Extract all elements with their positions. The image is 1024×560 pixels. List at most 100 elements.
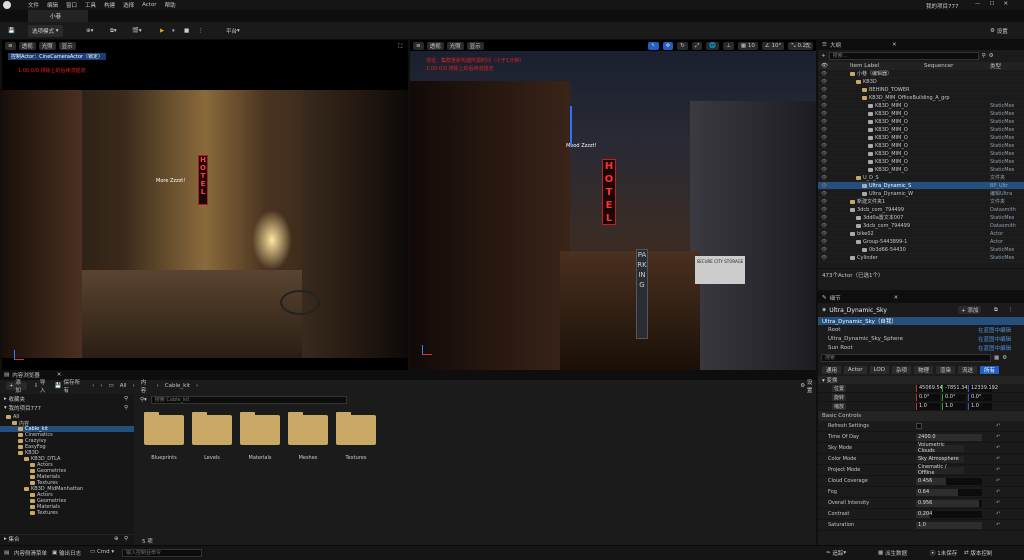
details-close-icon[interactable]: ✕ [894,295,899,301]
property-value-field[interactable]: 2400.0 [916,433,982,441]
transform-y-field[interactable]: 0.0° [942,393,966,401]
trace-button[interactable]: ≈ 追踪 ▾ [826,549,846,557]
reset-icon[interactable]: ↶ [996,445,1000,451]
content-settings-button[interactable]: ⚙ 设置 [800,378,816,394]
outliner-row[interactable]: 👁 KB3D_MIM_O StaticMes [818,118,1024,126]
details-menu-icon[interactable]: ⋮ [1008,307,1014,313]
basic-controls-section[interactable]: Basic Controls [818,411,1024,421]
outliner-search-input[interactable] [828,52,979,60]
tab-level[interactable]: 小巷 [28,10,88,22]
category-tab[interactable]: 物理 [913,366,933,374]
pause-button[interactable]: ⏸ [168,25,179,37]
add-component-button[interactable]: + 添加 [958,306,982,314]
outliner-row[interactable]: 👁 KB3D_MIM_O StaticMes [818,166,1024,174]
folder-tree-item[interactable]: Textures [0,510,134,516]
reset-icon[interactable]: ↶ [996,423,1000,429]
reset-icon[interactable]: ↶ [996,434,1000,440]
maximize-icon[interactable]: ☐ [990,1,995,7]
property-matrix-icon[interactable]: ▦ [994,355,999,361]
property-value-field[interactable]: 0.456 [916,477,982,485]
visibility-icon[interactable]: 👁 [821,255,827,261]
category-tab[interactable]: 所有 [980,366,1000,374]
visibility-icon[interactable]: 👁 [821,199,827,205]
stop-button[interactable]: ■ [180,25,193,37]
viewport-right[interactable]: ≡ 透视 光照 显示 ↖ ✥ ↻ ⤢ 🌐 ⊥ ▦ 10 ∠ 10° ⤡ 0.25… [410,40,816,370]
output-log-button[interactable]: ▣ 输出日志 [52,549,81,557]
property-value-field[interactable]: 0.64 [916,488,982,496]
platform-button[interactable]: 平台 ▾ [222,25,244,37]
category-tab[interactable]: 杂项 [891,366,911,374]
component-row[interactable]: Sun Root 在蓝图中编辑 [818,343,1024,352]
transform-y-field[interactable]: 1.0 [942,402,966,410]
edit-in-blueprint-link[interactable]: 在蓝图中编辑 [978,335,1011,343]
outliner-row[interactable]: 👁 Ultra_Dynamic_W 编辑Ultra [818,190,1024,198]
asset-folder-icon[interactable] [144,412,184,445]
save-all-button[interactable]: 💾 保存所有 [55,378,82,394]
select-mode-button[interactable]: 选项模式 ▾ [28,25,63,37]
visibility-icon[interactable]: 👁 [821,143,827,149]
visibility-icon[interactable]: 👁 [821,231,827,237]
asset-folder-icon[interactable] [240,412,280,445]
cinematics-button[interactable]: 🎬▾ [128,25,146,37]
visibility-icon[interactable]: 👁 [821,239,827,245]
outliner-row[interactable]: 👁 KB3D_MIM_O StaticMes [818,150,1024,158]
play-options-button[interactable]: ⋮ [194,25,208,37]
category-tab[interactable]: LOD [869,366,889,374]
world-space-icon[interactable]: 🌐 [706,42,720,50]
visibility-icon[interactable]: 👁 [821,175,827,181]
scale-tool-icon[interactable]: ⤢ [691,42,703,50]
col-label[interactable]: Item Label [850,63,879,69]
visibility-icon[interactable]: 👁 [821,87,827,93]
outliner-row[interactable]: 👁 bike02 Actor [818,230,1024,238]
outliner-row[interactable]: 👁 小巷（编辑器） [818,70,1024,78]
play-button[interactable]: ▶ [156,25,168,37]
refresh-checkbox[interactable] [916,423,922,429]
viewport-menu-button[interactable]: ≡ [413,41,424,50]
view-mode-button[interactable]: 透视 [18,41,36,50]
outliner-row[interactable]: 👁 Ultra_Dynamic_S BP_Ultr [818,182,1024,190]
visibility-icon[interactable]: 👁 [821,71,827,77]
transform-z-field[interactable]: 0.0° [968,393,992,401]
blueprint-button[interactable]: ⧉▾ [106,25,121,37]
view-mode-button[interactable]: 透视 [426,41,444,50]
reset-icon[interactable]: ↶ [996,500,1000,506]
select-tool-icon[interactable]: ↖ [648,42,659,50]
lit-button[interactable]: 光照 [446,41,464,50]
save-icon[interactable]: 💾 [4,25,19,37]
add-actor-button[interactable]: ⊕▾ [82,25,97,37]
outliner-row[interactable]: 👁 3dcb_com_794499 Datasmith [818,206,1024,214]
visibility-icon[interactable]: 👁 [821,159,827,165]
reset-icon[interactable]: ↶ [996,511,1000,517]
asset-folder-icon[interactable] [336,412,376,445]
property-dropdown[interactable]: Sky Atmosphere [916,455,964,463]
surface-snap-icon[interactable]: ⊥ [723,42,734,50]
lit-button[interactable]: 光照 [38,41,56,50]
filter-icon[interactable]: ⚲▾ [140,397,147,403]
project-search-icon[interactable]: ⚲ [124,405,128,411]
instance-row[interactable]: Ultra_Dynamic_Sky（自我） [818,317,1024,325]
viewport-left-maximize-icon[interactable]: ⛶ [398,43,402,51]
settings-button[interactable]: ⚙ 设置 [986,25,1012,37]
visibility-icon[interactable]: 👁 [821,223,827,229]
reset-icon[interactable]: ↶ [996,467,1000,473]
visibility-icon[interactable]: 👁 [821,103,827,109]
import-button[interactable]: ⇩ 导入 [33,378,48,394]
transform-x-field[interactable]: 45069.542 [916,384,946,392]
menu-item[interactable]: 帮助 [165,1,176,9]
show-button[interactable]: 显示 [466,41,484,50]
visibility-icon[interactable]: 👁 [821,183,827,189]
forward-icon[interactable]: › [100,383,102,389]
show-button[interactable]: 显示 [58,41,76,50]
reset-icon[interactable]: ↶ [996,456,1000,462]
menu-item[interactable]: 工具 [85,1,96,9]
breadcrumb-cable-kit[interactable]: Cable_kit [165,383,190,389]
visibility-icon[interactable]: 👁 [821,111,827,117]
outliner-close-icon[interactable]: ✕ [892,42,897,48]
asset-folder-icon[interactable] [192,412,232,445]
breadcrumb-all[interactable]: All [120,383,127,389]
cmd-button[interactable]: ▭ Cmd ▾ [90,549,114,555]
unreal-logo-icon[interactable] [3,1,11,9]
menu-item[interactable]: 选择 [123,1,134,9]
visibility-icon[interactable]: 👁 [821,119,827,125]
outliner-row[interactable]: 👁 U_D_S 文件夹 [818,174,1024,182]
